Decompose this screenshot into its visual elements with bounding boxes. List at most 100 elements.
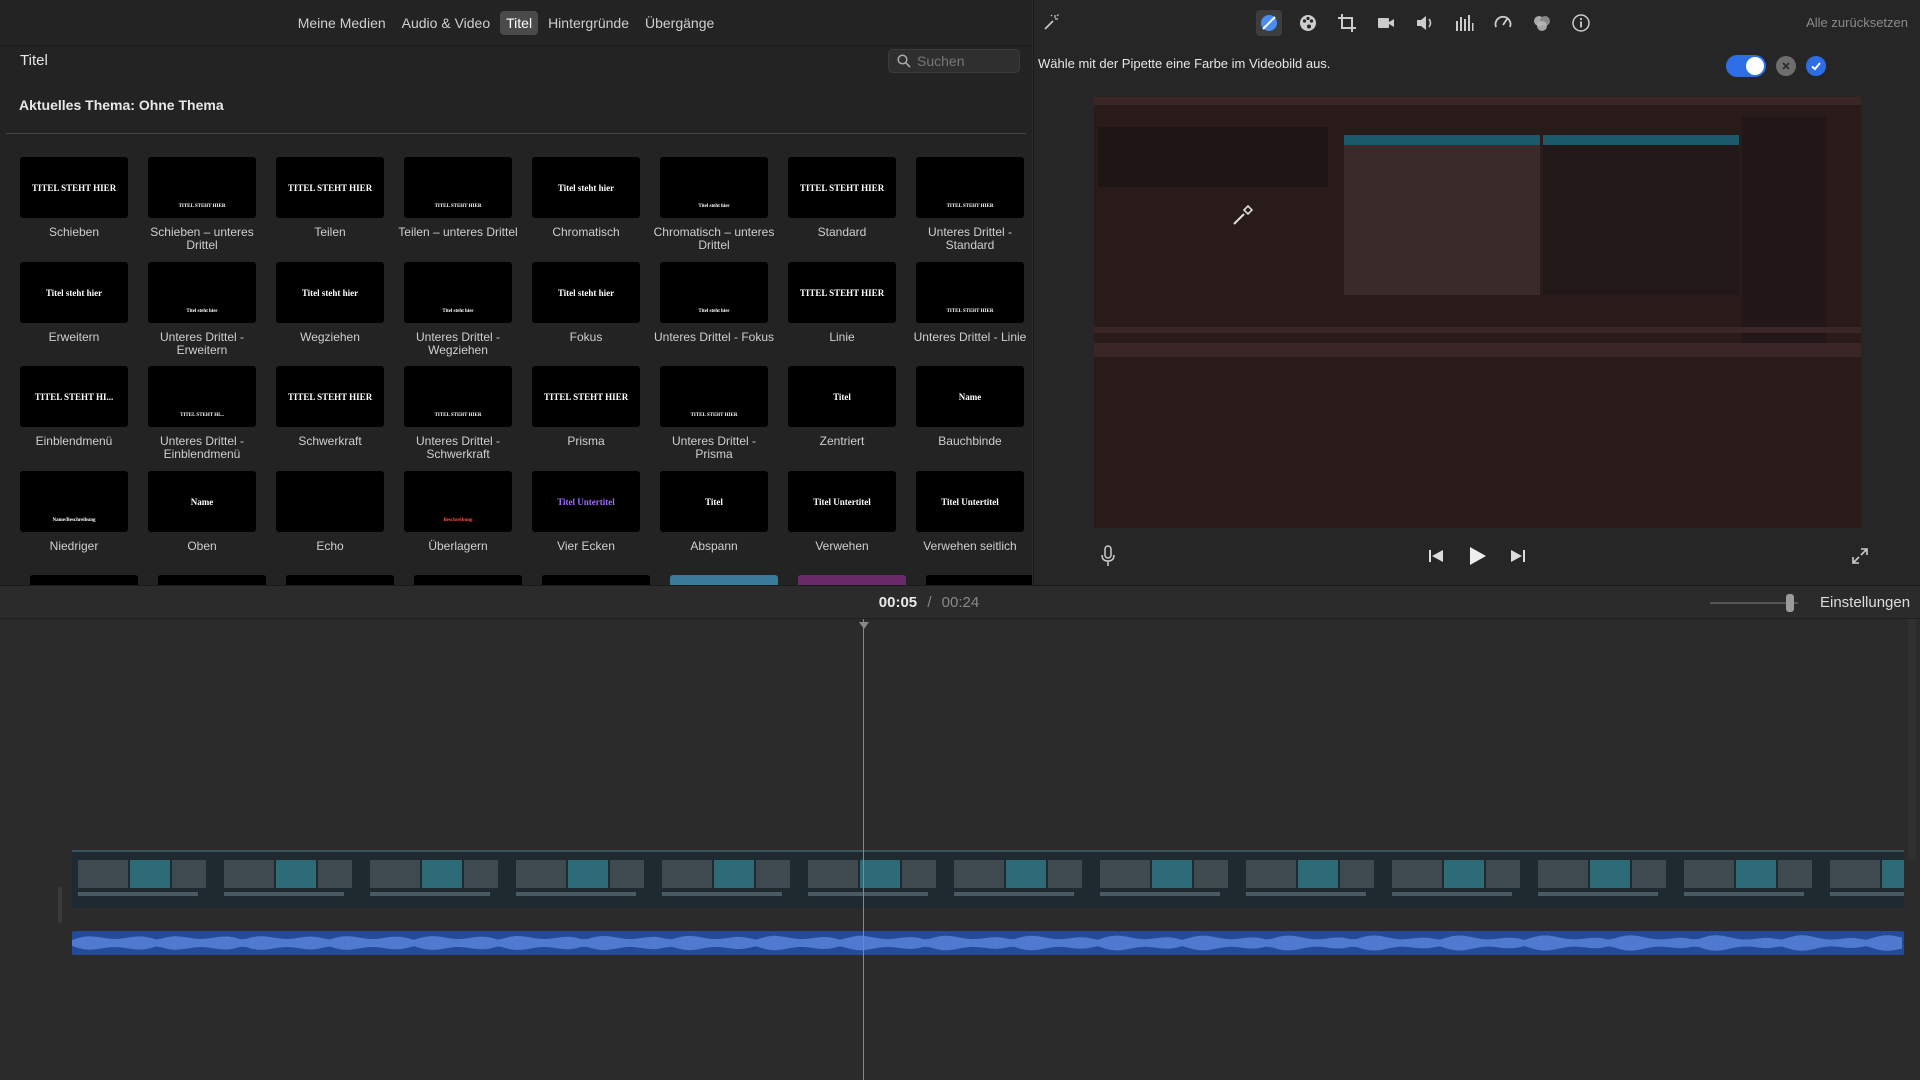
tab-transitions[interactable]: Übergänge — [639, 11, 720, 35]
filter-icon[interactable] — [1529, 10, 1555, 36]
title-tile[interactable]: TITEL STEHT HIER Prisma — [522, 366, 650, 448]
title-thumbnail[interactable]: Titel steht hier — [20, 262, 128, 323]
timeline-zoom-slider[interactable] — [1710, 602, 1798, 604]
title-tile[interactable]: TITEL STEHT HIER Schwerkraft — [266, 366, 394, 448]
effect-enable-toggle[interactable] — [1726, 55, 1766, 77]
title-thumbnail[interactable] — [30, 575, 138, 585]
title-thumbnail[interactable]: Titel Untertitel — [788, 471, 896, 532]
title-thumbnail[interactable] — [414, 575, 522, 585]
timeline-settings-button[interactable]: Einstellungen — [1820, 594, 1910, 611]
title-tile[interactable]: Titel steht hier Chromatisch – unteres Dr… — [650, 157, 778, 252]
title-tile[interactable]: TITEL STEHT HIER Schieben – unteres Dritt… — [138, 157, 266, 252]
title-thumbnail[interactable]: TITEL STEHT HIER — [788, 157, 896, 218]
title-thumbnail[interactable] — [286, 575, 394, 585]
title-thumbnail[interactable]: Name — [916, 366, 1024, 427]
microphone-icon[interactable] — [1094, 542, 1122, 570]
title-thumbnail[interactable]: Titel — [788, 366, 896, 427]
title-tile[interactable]: TITEL STEHT HI... Einblendmenü — [10, 366, 138, 448]
title-thumbnail[interactable]: Beschreibung — [404, 471, 512, 532]
title-tile[interactable]: Name Oben — [138, 471, 266, 553]
title-thumbnail[interactable]: Titel — [660, 471, 768, 532]
audio-waveform[interactable] — [72, 931, 1904, 955]
title-tile[interactable]: Titel steht hier Unteres Drittel - Fokus — [650, 262, 778, 344]
cancel-button[interactable] — [1776, 56, 1796, 76]
title-tile[interactable]: Titel steht hier Chromatisch — [522, 157, 650, 239]
title-tile[interactable]: TITEL STEHT HIER Linie — [778, 262, 906, 344]
fullscreen-icon[interactable] — [1846, 542, 1874, 570]
title-tile[interactable]: Titel steht hier Wegziehen — [266, 262, 394, 344]
title-thumbnail[interactable]: Titel steht hier — [660, 157, 768, 218]
title-thumbnail[interactable]: TITEL STEHT HIER — [916, 157, 1024, 218]
tab-my-media[interactable]: Meine Medien — [292, 11, 392, 35]
title-tile[interactable]: Beschreibung Überlagern — [394, 471, 522, 553]
playhead-handle[interactable] — [859, 622, 869, 629]
title-thumbnail[interactable]: Titel Untertitel — [916, 471, 1024, 532]
reset-all-button[interactable]: Alle zurücksetzen — [1806, 15, 1908, 30]
title-tile[interactable]: TITEL STEHT HI... Unteres Drittel - Einbl… — [138, 366, 266, 461]
title-thumbnail[interactable]: Titel steht hier — [532, 262, 640, 323]
title-thumbnail[interactable]: Titel Untertitel — [532, 471, 640, 532]
title-tile[interactable]: Echo — [266, 471, 394, 553]
title-thumbnail[interactable]: TITEL STEHT HIER — [532, 366, 640, 427]
title-thumbnail[interactable]: Titel steht hier — [148, 262, 256, 323]
title-tile[interactable]: TITEL STEHT HIER Standard — [778, 157, 906, 239]
tab-backgrounds[interactable]: Hintergründe — [542, 11, 635, 35]
title-tile[interactable]: TITEL STEHT HIER Unteres Drittel - Schwer… — [394, 366, 522, 461]
title-tile[interactable]: TITEL STEHT HIER Unteres Drittel - Prisma — [650, 366, 778, 461]
title-thumbnail[interactable]: TITEL STEHT HIER — [276, 157, 384, 218]
color-palette-icon[interactable] — [1295, 10, 1321, 36]
info-icon[interactable] — [1568, 10, 1594, 36]
title-thumbnail[interactable]: TITEL STEHT HIER — [404, 366, 512, 427]
search-input[interactable] — [917, 53, 1013, 69]
video-preview[interactable] — [1094, 97, 1861, 528]
color-balance-icon[interactable] — [1256, 10, 1282, 36]
skip-forward-icon[interactable] — [1504, 542, 1532, 570]
title-thumbnail[interactable] — [798, 575, 906, 585]
title-thumbnail[interactable]: TITEL STEHT HIER — [916, 262, 1024, 323]
title-thumbnail[interactable] — [670, 575, 778, 585]
title-thumbnail[interactable]: TITEL STEHT HIER — [404, 157, 512, 218]
play-icon[interactable] — [1463, 542, 1491, 570]
title-tile[interactable]: TITEL STEHT HIER Teilen – unteres Drittel — [394, 157, 522, 239]
title-tile[interactable]: Titel Abspann — [650, 471, 778, 553]
title-tile[interactable]: Titel steht hier Unteres Drittel - Wegzie… — [394, 262, 522, 357]
title-thumbnail[interactable] — [158, 575, 266, 585]
title-tile[interactable]: Name Bauchbinde — [906, 366, 1032, 448]
title-thumbnail[interactable]: TITEL STEHT HI... — [148, 366, 256, 427]
timeline[interactable] — [0, 619, 1920, 1080]
skip-back-icon[interactable] — [1422, 542, 1450, 570]
title-thumbnail[interactable]: TITEL STEHT HIER — [20, 157, 128, 218]
timeline-scrollbar[interactable] — [1908, 619, 1916, 859]
tab-audio-video[interactable]: Audio & Video — [396, 11, 496, 35]
timeline-zoom-knob[interactable] — [1786, 594, 1794, 612]
title-tile[interactable]: Titel steht hier Erweitern — [10, 262, 138, 344]
title-thumbnail[interactable]: TITEL STEHT HIER — [276, 366, 384, 427]
title-tile[interactable]: TITEL STEHT HIER Unteres Drittel - Linie — [906, 262, 1032, 344]
video-clip[interactable] — [72, 850, 1904, 908]
title-tile[interactable]: Titel Untertitel Vier Ecken — [522, 471, 650, 553]
title-tile[interactable]: Titel Zentriert — [778, 366, 906, 448]
title-thumbnail[interactable]: Titel steht hier — [532, 157, 640, 218]
title-thumbnail[interactable]: Titel steht hier — [276, 262, 384, 323]
magic-wand-icon[interactable] — [1038, 10, 1064, 36]
playhead[interactable] — [863, 619, 864, 1080]
tab-titles[interactable]: Titel — [500, 10, 539, 35]
clip-handle[interactable] — [58, 887, 62, 923]
crop-icon[interactable] — [1334, 10, 1360, 36]
title-thumbnail[interactable] — [276, 471, 384, 532]
title-thumbnail[interactable] — [926, 575, 1032, 585]
title-thumbnail[interactable] — [542, 575, 650, 585]
title-thumbnail[interactable]: TITEL STEHT HIER — [148, 157, 256, 218]
title-thumbnail[interactable]: Titel steht hier — [660, 262, 768, 323]
title-tile[interactable]: Titel steht hier Fokus — [522, 262, 650, 344]
volume-icon[interactable] — [1412, 10, 1438, 36]
title-tile[interactable]: Titel Untertitel Verwehen seitlich — [906, 471, 1032, 553]
title-thumbnail[interactable]: Titel steht hier — [404, 262, 512, 323]
camera-icon[interactable] — [1373, 10, 1399, 36]
title-tile[interactable]: TITEL STEHT HIER Unteres Drittel - Standa… — [906, 157, 1032, 252]
search-box[interactable] — [888, 49, 1020, 73]
title-tile[interactable]: Titel Untertitel Verwehen — [778, 471, 906, 553]
title-thumbnail[interactable]: Name — [148, 471, 256, 532]
title-thumbnail[interactable]: Name/Beschreibung — [20, 471, 128, 532]
apply-button[interactable] — [1806, 56, 1826, 76]
